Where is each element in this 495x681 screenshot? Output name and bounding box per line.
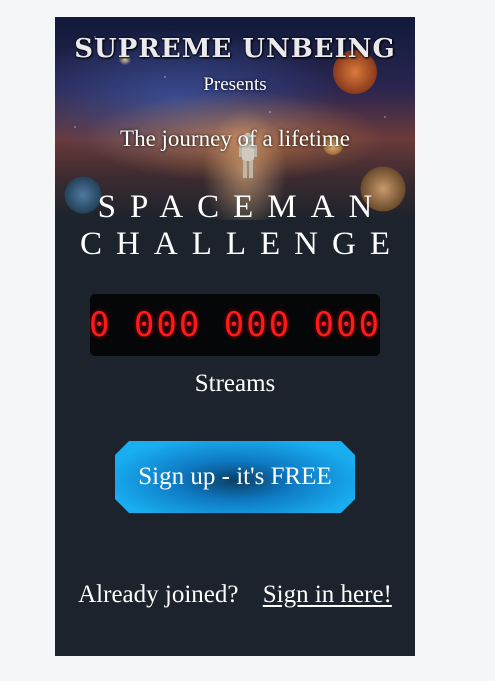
signin-link[interactable]: Sign in here!	[263, 581, 392, 608]
stream-counter-value: 0 000 000 000	[88, 305, 382, 345]
presents-text: Presents	[203, 74, 267, 95]
game-title-line2: CHALLENGE	[80, 226, 404, 262]
signin-prompt: Already joined?	[78, 581, 239, 608]
game-title-line1: SPACEMAN	[97, 189, 387, 225]
tagline: The journey of a lifetime	[120, 126, 350, 151]
brand-name: SUPREME UNBEING	[74, 34, 396, 64]
signin-row: Already joined? Sign in here!	[55, 581, 415, 609]
signup-button[interactable]: Sign up - it's FREE	[115, 441, 355, 513]
app-panel: SUPREME UNBEING Presents The journey of …	[55, 17, 415, 656]
stream-counter-label: Streams	[194, 370, 276, 397]
game-title: SPACEMAN CHALLENGE	[55, 188, 415, 262]
stream-counter: 0 000 000 000	[88, 294, 382, 356]
